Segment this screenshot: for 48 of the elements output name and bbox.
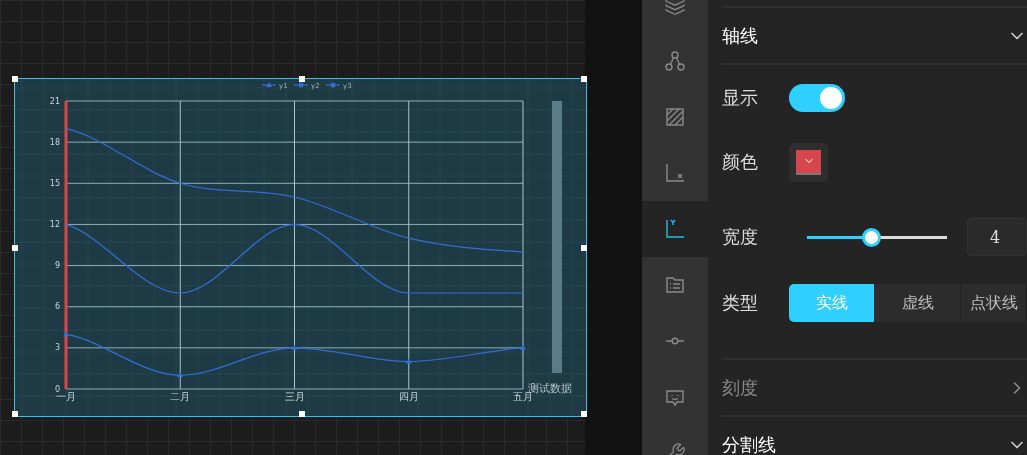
section-title: 分割线 [722,434,776,455]
axis-name: 测试数据 [528,382,572,395]
nodes-icon[interactable] [664,50,686,72]
y-tick-label: 6 [54,302,60,312]
x-tick-label: 一月 [56,391,76,402]
sidebar-tab[interactable] [642,201,708,257]
layers-icon[interactable] [664,0,686,16]
field-label: 颜色 [722,150,759,174]
point [291,344,298,350]
resize-handle[interactable] [12,76,18,82]
section-title: 轴线 [722,25,758,46]
list-icon[interactable] [664,274,686,296]
hatched-square-icon[interactable] [664,106,686,128]
slider-thumb[interactable] [862,227,881,247]
y-axis-icon[interactable] [664,218,686,240]
y-tick-label: 18 [49,137,60,147]
x-tick-label: 四月 [398,391,419,402]
toggle-switch[interactable] [789,84,845,112]
x-tick-label: 二月 [170,391,191,402]
x-axis-icon[interactable] [664,162,686,184]
field-label: 显示 [722,86,759,110]
section-title: 刻度 [722,377,758,398]
zoom-slider[interactable] [552,101,562,373]
resize-handle[interactable] [299,411,305,417]
section-header[interactable]: 轴线 [722,8,1027,63]
color-picker[interactable] [789,142,828,182]
segment-option[interactable]: 虚线 [875,284,961,322]
section-header[interactable]: 分割线 [722,417,1027,455]
y-tick-label: 9 [54,261,60,271]
resize-handle[interactable] [12,245,18,251]
point [405,358,412,364]
field-label: 宽度 [722,225,759,249]
resize-handle[interactable] [299,76,305,82]
x-tick-label: 三月 [284,391,305,402]
y-tick-label: 21 [49,96,60,106]
field-label: 类型 [722,291,759,315]
point [520,344,526,350]
segment-option[interactable]: 点状线 [961,284,1027,322]
y-tick-label: 12 [49,219,60,229]
y-tick-label: 3 [54,343,60,353]
y-tick-label: 0 [54,384,60,394]
point [63,331,69,337]
resize-handle[interactable] [12,411,18,417]
resize-handle[interactable] [581,245,587,251]
number-input[interactable]: 4 [967,218,1027,256]
resize-handle[interactable] [581,411,587,417]
resize-handle[interactable] [581,76,587,82]
y-tick-label: 15 [49,178,60,188]
